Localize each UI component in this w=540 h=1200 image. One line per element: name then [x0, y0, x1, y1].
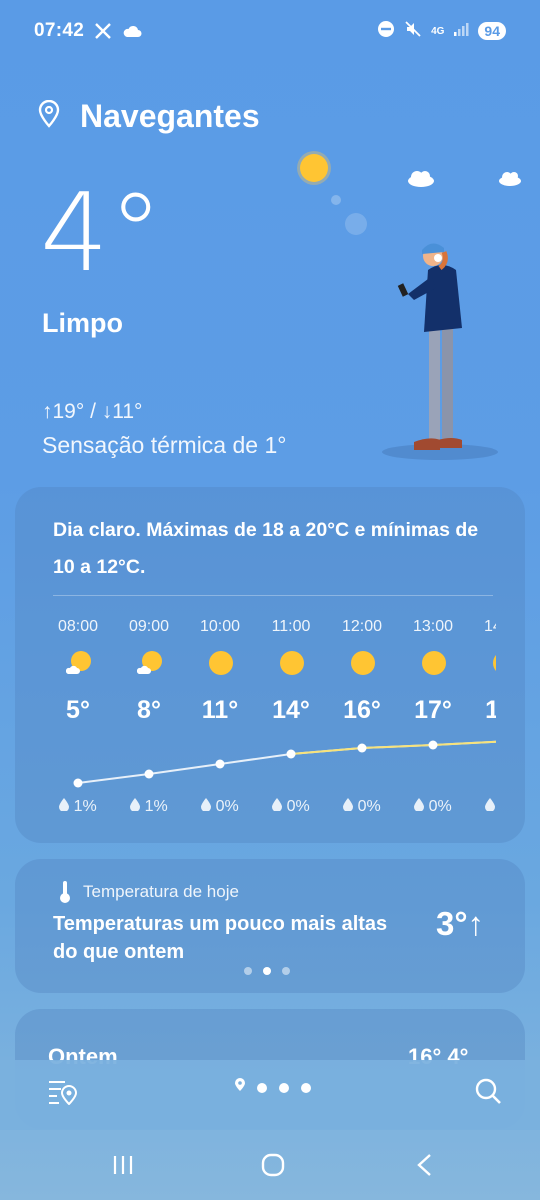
signal-icon	[453, 21, 469, 42]
trend-point	[357, 743, 367, 753]
cloud-notification-icon	[122, 24, 142, 38]
trend-point	[428, 740, 438, 750]
system-navigation-bar	[0, 1130, 540, 1200]
x-app-icon	[94, 22, 112, 40]
location-page-indicator[interactable]	[235, 1078, 311, 1097]
thermometer-icon	[58, 880, 72, 909]
location-pin-icon	[38, 99, 60, 133]
trend-point	[73, 778, 83, 788]
feels-like: Sensação térmica de 1°	[42, 432, 287, 458]
network-type-label: 4G	[431, 25, 445, 37]
temperature-trend-line	[73, 740, 496, 788]
back-icon[interactable]	[416, 1153, 432, 1182]
mute-icon	[404, 20, 422, 43]
dnd-icon	[377, 20, 395, 43]
manage-locations-icon[interactable]	[47, 1077, 78, 1110]
current-location-pin-icon	[235, 1078, 245, 1097]
page-dot[interactable]	[257, 1082, 267, 1093]
today-temperature-text: Temperaturas um pouco mais altas do que …	[53, 913, 388, 963]
today-temperature-label: Temperatura de hoje	[83, 882, 239, 901]
carousel-dot[interactable]	[244, 967, 252, 975]
current-condition: Limpo	[42, 308, 123, 338]
trend-point	[215, 759, 225, 769]
page-dot[interactable]	[301, 1082, 311, 1093]
card-divider	[53, 595, 493, 596]
carousel-indicator[interactable]	[244, 967, 290, 975]
high-low-temperature: ↑19° / ↓11°	[42, 400, 143, 423]
battery-indicator: 94	[478, 22, 506, 40]
search-icon[interactable]	[474, 1077, 502, 1110]
recent-apps-icon[interactable]	[112, 1154, 134, 1181]
status-bar: 07:42 4G 94	[34, 18, 506, 44]
home-icon[interactable]	[261, 1153, 285, 1182]
carousel-dot-active[interactable]	[263, 967, 271, 975]
page-dot[interactable]	[279, 1082, 289, 1093]
location-header[interactable]: Navegantes	[38, 98, 260, 135]
hourly-forecast-strip[interactable]: 08:00 5° 1% 09:00 8° 1% 10:00 11° 0% 11:…	[40, 600, 496, 830]
carousel-dot[interactable]	[282, 967, 290, 975]
location-name: Navegantes	[80, 98, 260, 134]
today-temperature-diff: 3°↑	[436, 905, 485, 942]
trend-point	[286, 749, 296, 759]
weather-illustration	[297, 151, 521, 460]
current-temperature: 4°	[40, 171, 163, 296]
status-time: 07:42	[34, 20, 85, 41]
forecast-summary: Dia claro. Máximas de 18 a 20°C e mínima…	[53, 519, 479, 578]
trend-point	[144, 769, 154, 779]
